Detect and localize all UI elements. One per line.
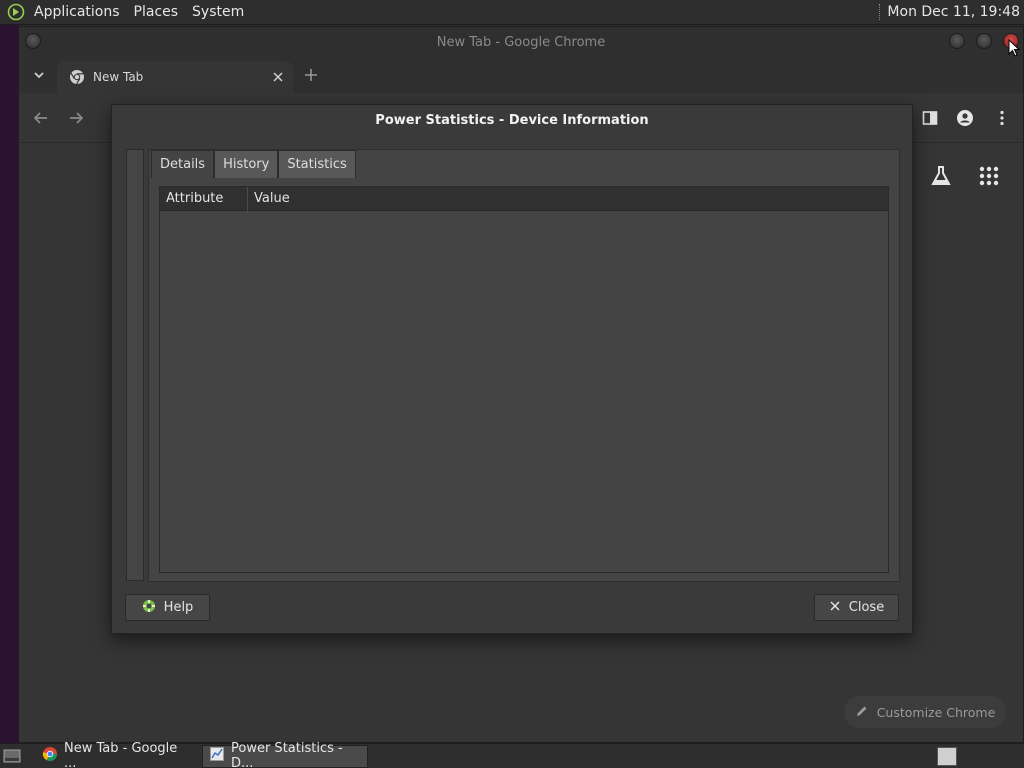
dialog-titlebar[interactable]: Power Statistics - Device Information	[112, 105, 912, 135]
new-tab-plus-icon[interactable]	[303, 67, 319, 83]
more-menu-icon[interactable]	[993, 109, 1011, 127]
taskbar-item-power-statistics[interactable]: Power Statistics - D...	[202, 741, 368, 768]
mouse-cursor-icon	[1008, 38, 1021, 57]
column-header-attribute[interactable]: Attribute	[160, 186, 248, 211]
tab-history[interactable]: History	[214, 150, 279, 178]
taskbar-item-label: Power Statistics - D...	[231, 741, 343, 768]
x-icon	[829, 600, 841, 616]
chrome-icon	[69, 69, 85, 85]
labs-flask-icon[interactable]	[929, 164, 953, 188]
taskbar-item-chrome[interactable]: New Tab - Google ...	[36, 741, 196, 768]
help-label: Help	[163, 600, 194, 615]
tab-close-icon[interactable]	[271, 70, 285, 84]
tab-strip: New Tab	[19, 57, 1023, 93]
attribute-table[interactable]: Attribute Value	[159, 186, 889, 573]
side-panel-icon[interactable]	[921, 109, 939, 127]
mate-logo-icon[interactable]	[5, 2, 27, 22]
table-header: Attribute Value	[160, 186, 888, 211]
taskbar-item-label: New Tab - Google ...	[64, 741, 178, 768]
help-button[interactable]: Help	[125, 594, 210, 621]
maximize-button[interactable]	[976, 33, 992, 49]
notebook-tabs: Details History Statistics	[151, 150, 356, 178]
chrome-titlebar[interactable]: New Tab - Google Chrome	[19, 27, 1023, 57]
back-arrow-icon[interactable]	[32, 109, 50, 127]
tab-statistics[interactable]: Statistics	[278, 150, 356, 178]
panel-separator	[879, 4, 881, 20]
minimize-button[interactable]	[949, 33, 965, 49]
tab-details[interactable]: Details	[151, 150, 215, 178]
tab-new-tab[interactable]: New Tab	[57, 61, 293, 93]
window-menu-button[interactable]	[25, 33, 41, 49]
workspace-switcher[interactable]	[937, 747, 957, 766]
window-title: New Tab - Google Chrome	[436, 34, 606, 50]
details-notebook: Details History Statistics Attribute Val…	[148, 149, 900, 582]
dialog-title: Power Statistics - Device Information	[375, 112, 649, 128]
menu-places[interactable]: Places	[127, 0, 186, 25]
pencil-icon	[855, 704, 869, 721]
device-list-pane[interactable]	[126, 149, 144, 581]
profile-avatar-icon[interactable]	[956, 109, 974, 127]
power-statistics-icon	[209, 746, 225, 766]
tab-search-icon[interactable]	[31, 67, 47, 83]
customize-chrome-label: Customize Chrome	[876, 704, 996, 720]
forward-arrow-icon[interactable]	[67, 109, 85, 127]
menu-applications[interactable]: Applications	[27, 0, 127, 25]
clock[interactable]: Mon Dec 11, 19:48	[887, 4, 1024, 20]
bottom-panel: New Tab - Google ... Power Statistics - …	[0, 741, 1024, 768]
tab-title: New Tab	[93, 70, 144, 84]
show-desktop-icon[interactable]	[2, 747, 24, 765]
lifebuoy-icon	[142, 599, 156, 617]
desktop-background	[0, 25, 18, 743]
column-header-value[interactable]: Value	[248, 187, 290, 211]
top-panel: Applications Places System Mon Dec 11, 1…	[0, 0, 1024, 25]
close-button[interactable]: Close	[814, 594, 899, 621]
menu-system[interactable]: System	[185, 0, 251, 25]
power-statistics-dialog: Power Statistics - Device Information De…	[111, 104, 913, 634]
close-label: Close	[848, 600, 885, 615]
chrome-icon	[42, 746, 58, 766]
apps-grid-icon[interactable]	[977, 164, 1001, 188]
customize-chrome-button[interactable]: Customize Chrome	[844, 696, 1006, 728]
